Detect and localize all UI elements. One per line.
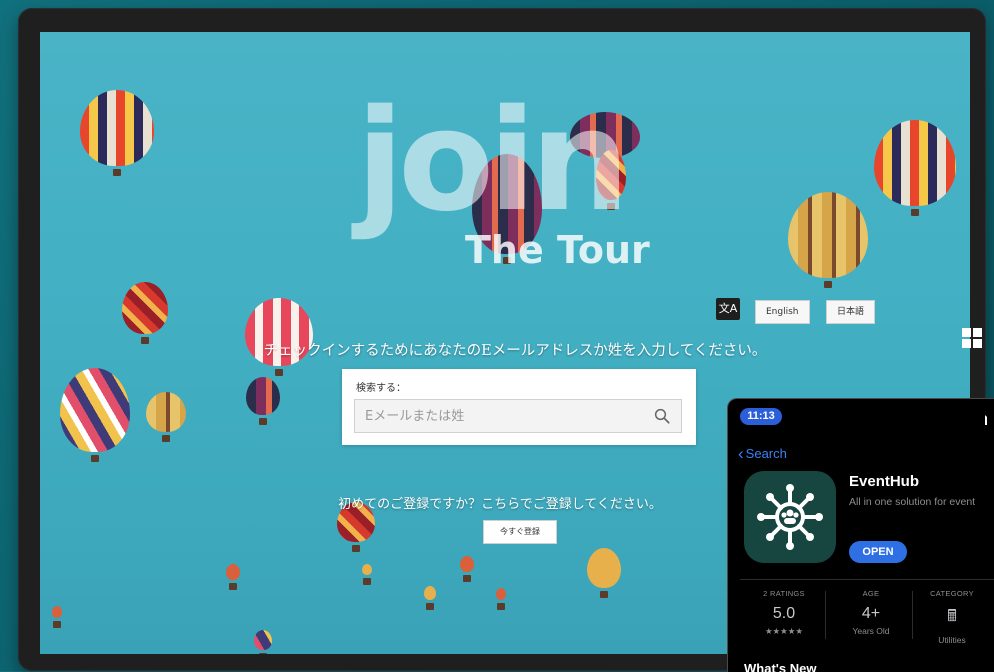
checkin-instruction: チェックインするためにあなたのEメールアドレスか姓を入力してください。	[263, 343, 767, 359]
search-label: 検索する：	[356, 383, 406, 394]
balloon-image	[52, 606, 62, 628]
search-input[interactable]	[355, 400, 665, 432]
divider	[825, 591, 826, 639]
balloon-image	[874, 120, 956, 216]
status-time: 11:13	[740, 408, 782, 425]
stat-sub: Utilities	[938, 635, 966, 645]
chevron-left-icon: ‹	[738, 444, 744, 463]
balloon-image	[496, 588, 506, 610]
windows-logo-icon[interactable]	[962, 328, 982, 348]
calculator-icon: 🖩	[947, 608, 957, 625]
balloon-image	[587, 548, 621, 598]
balloon-image	[460, 556, 474, 582]
signal-icon	[985, 415, 994, 425]
app-subtitle: All in one solution for event	[849, 496, 976, 508]
translate-icon: 文A	[716, 298, 740, 320]
balloon-image	[226, 564, 240, 590]
balloon-image	[788, 192, 868, 288]
stat-label: 2 RATINGS	[763, 589, 805, 598]
balloon-image	[362, 564, 372, 585]
age-stat: AGE 4+ Years Old	[831, 589, 911, 636]
join-title: JOIN	[356, 80, 630, 243]
stat-sub: Years Old	[852, 626, 890, 636]
stat-label: AGE	[862, 589, 880, 598]
register-prompt: 初めてのご登録ですか？こちらでご登録してください。	[338, 497, 662, 512]
back-button[interactable]: ‹ Search	[738, 444, 787, 464]
tour-subtitle: The Tour	[465, 228, 650, 272]
balloon-image	[424, 586, 436, 610]
stat-value: 5.0	[772, 605, 796, 622]
app-icon	[744, 471, 836, 563]
open-button[interactable]: OPEN	[849, 541, 907, 563]
english-button[interactable]: English	[755, 300, 810, 324]
balloon-image	[122, 282, 168, 344]
network-people-icon	[757, 484, 823, 550]
phone-app-store: 11:13 ‹ Search EventHub All in one solut…	[727, 398, 994, 672]
balloon-image	[246, 377, 280, 425]
search-icon[interactable]	[653, 407, 671, 425]
balloon-image	[146, 392, 186, 442]
search-panel: 検索する：	[342, 369, 696, 445]
search-field-wrapper[interactable]	[354, 399, 682, 433]
ratings-stat: 2 RATINGS 5.0 ★★★★★	[744, 589, 824, 637]
balloon-image	[80, 90, 154, 176]
stat-label: CATEGORY	[930, 589, 974, 598]
whats-new-heading: What's New	[744, 661, 817, 672]
star-rating-icon: ★★★★★	[764, 626, 804, 636]
balloon-image	[254, 630, 272, 654]
register-button[interactable]: 今すぐ登録	[483, 520, 557, 544]
divider	[740, 579, 994, 580]
category-stat: CATEGORY 🖩 Utilities	[912, 589, 992, 645]
stat-value: 4+	[861, 605, 881, 622]
balloon-image	[60, 368, 130, 462]
app-name: EventHub	[849, 473, 920, 490]
back-label: Search	[745, 446, 787, 461]
japanese-button[interactable]: 日本語	[826, 300, 876, 324]
